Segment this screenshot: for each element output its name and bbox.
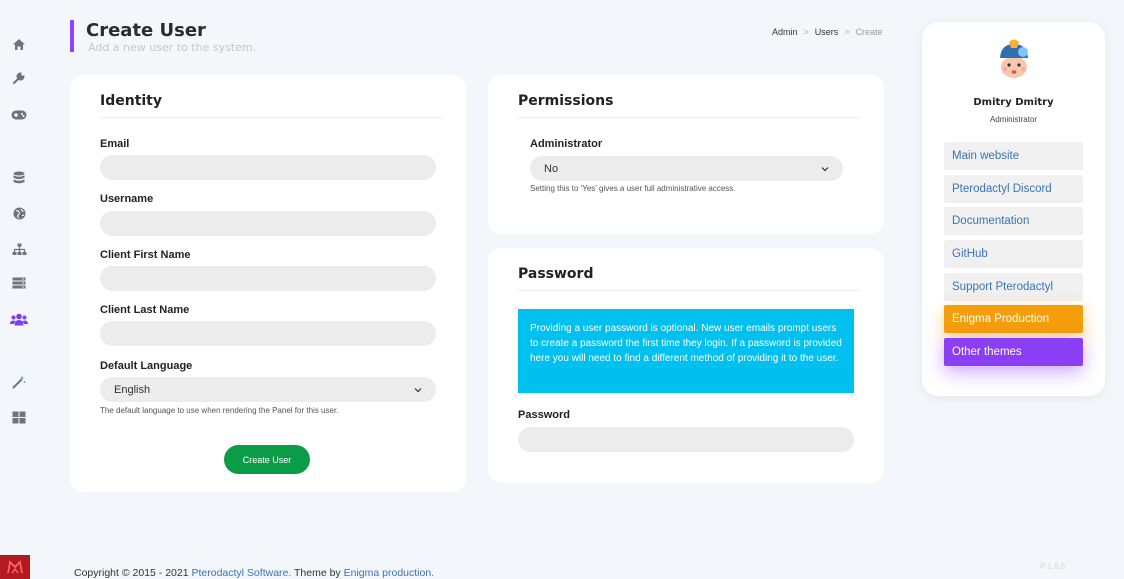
link-github[interactable]: GitHub — [944, 240, 1083, 268]
chevron-down-icon — [414, 387, 422, 392]
password-card: Password Providing a user password is op… — [488, 248, 884, 483]
breadcrumb-separator: > — [803, 27, 809, 37]
link-enigma-production[interactable]: Enigma Production — [944, 305, 1083, 333]
version-label: P 1.6.5 — [1040, 562, 1066, 571]
email-label: Email — [100, 138, 130, 150]
email-field[interactable] — [100, 155, 436, 180]
password-field[interactable] — [518, 427, 854, 452]
page-header: Create User Add a new user to the system… — [70, 20, 257, 54]
first-name-field[interactable] — [100, 266, 436, 291]
breadcrumb: Admin > Users > Create — [772, 27, 883, 37]
breadcrumb-separator: > — [844, 27, 850, 37]
wrench-icon[interactable] — [10, 69, 28, 87]
link-documentation[interactable]: Documentation — [944, 207, 1083, 235]
profile-panel: Dmitry Dmitry Administrator Main website… — [922, 22, 1105, 396]
administrator-help: Setting this to 'Yes' gives a user full … — [530, 184, 736, 193]
identity-card: Identity Email Username Client First Nam… — [70, 75, 466, 492]
server-icon[interactable] — [10, 274, 28, 292]
pterodactyl-logo-icon[interactable] — [0, 555, 30, 579]
globe-icon[interactable] — [10, 204, 28, 222]
administrator-label: Administrator — [530, 138, 603, 150]
grid-icon[interactable] — [10, 408, 28, 426]
first-name-label: Client First Name — [100, 249, 191, 261]
language-select[interactable]: English — [100, 377, 436, 402]
breadcrumb-admin[interactable]: Admin — [772, 27, 798, 37]
link-other-themes[interactable]: Other themes — [944, 338, 1083, 366]
last-name-field[interactable] — [100, 321, 436, 346]
username-label: Username — [100, 193, 154, 205]
users-icon[interactable] — [10, 310, 28, 328]
chevron-down-icon — [821, 166, 829, 171]
database-icon[interactable] — [10, 169, 28, 187]
footer-software-link[interactable]: Pterodactyl Software. — [191, 567, 291, 579]
password-info-callout: Providing a user password is optional. N… — [518, 309, 854, 393]
home-icon[interactable] — [10, 35, 28, 53]
footer-theme-by: Theme by — [291, 567, 344, 579]
permissions-card: Permissions Administrator No Setting thi… — [488, 75, 884, 234]
page-subtitle: Add a new user to the system. — [88, 41, 257, 54]
language-value: English — [114, 383, 151, 396]
sitemap-icon[interactable] — [10, 240, 28, 258]
language-help: The default language to use when renderi… — [100, 406, 339, 415]
divider — [518, 117, 860, 118]
administrator-value: No — [544, 162, 559, 175]
link-main-website[interactable]: Main website — [944, 142, 1083, 170]
magic-wand-icon[interactable] — [10, 373, 28, 391]
divider — [518, 290, 860, 291]
password-title: Password — [518, 266, 594, 282]
footer-copyright: Copyright © 2015 - 2021 — [74, 567, 192, 579]
create-user-button[interactable]: Create User — [224, 445, 310, 474]
avatar[interactable] — [995, 38, 1033, 80]
link-support-pterodactyl[interactable]: Support Pterodactyl — [944, 273, 1083, 301]
sidebar — [0, 0, 38, 579]
gamepad-icon[interactable] — [10, 106, 28, 124]
password-label: Password — [518, 409, 570, 421]
link-pterodactyl-discord[interactable]: Pterodactyl Discord — [944, 175, 1083, 203]
identity-title: Identity — [100, 93, 163, 109]
administrator-select[interactable]: No — [530, 156, 843, 181]
footer: Copyright © 2015 - 2021 Pterodactyl Soft… — [74, 567, 434, 579]
breadcrumb-create: Create — [855, 27, 883, 37]
footer-theme-link[interactable]: Enigma production. — [344, 567, 434, 579]
username-field[interactable] — [100, 211, 436, 236]
divider — [100, 117, 442, 118]
language-label: Default Language — [100, 360, 193, 372]
profile-role: Administrator — [989, 115, 1038, 124]
profile-name: Dmitry Dmitry — [973, 97, 1054, 108]
last-name-label: Client Last Name — [100, 304, 190, 316]
breadcrumb-users[interactable]: Users — [815, 27, 839, 37]
page-title: Create User — [86, 20, 206, 41]
permissions-title: Permissions — [518, 93, 614, 109]
